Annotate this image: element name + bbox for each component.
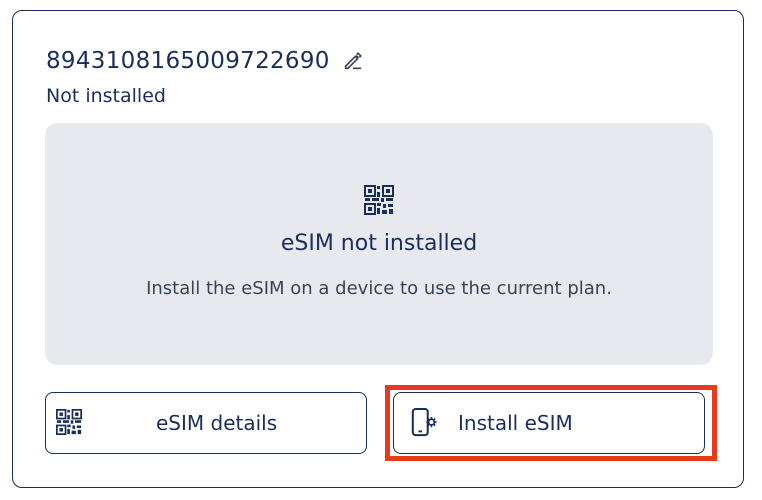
iccid-number: 8943108165009722690 bbox=[46, 48, 330, 74]
install-esim-label: Install eSIM bbox=[458, 411, 573, 435]
phone-settings-icon bbox=[410, 407, 440, 437]
pencil-edit-icon[interactable] bbox=[342, 50, 364, 72]
esim-details-label: eSIM details bbox=[156, 411, 278, 435]
panel-title: eSIM not installed bbox=[280, 231, 478, 256]
install-esim-button[interactable]: Install eSIM bbox=[393, 392, 705, 454]
install-status: Not installed bbox=[46, 85, 166, 107]
panel-description: Install the eSIM on a device to use the … bbox=[146, 278, 612, 299]
esim-status-panel: eSIM not installed Install the eSIM on a… bbox=[45, 123, 713, 365]
esim-details-button[interactable]: eSIM details bbox=[45, 392, 367, 454]
iccid-row: 8943108165009722690 bbox=[46, 44, 364, 78]
qr-code-icon bbox=[56, 409, 86, 439]
qr-code-icon bbox=[364, 185, 394, 215]
